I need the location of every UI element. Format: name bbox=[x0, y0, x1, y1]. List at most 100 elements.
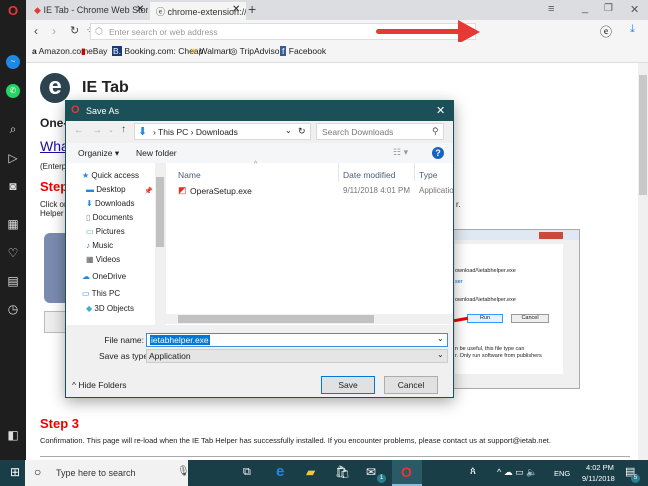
nav-item-videos[interactable]: ▦ Videos bbox=[86, 255, 120, 265]
cortana-icon: ○ bbox=[34, 465, 42, 479]
page-scrollbar[interactable] bbox=[638, 63, 648, 460]
nav-item-quick-access[interactable]: ★ Quick access bbox=[82, 171, 139, 181]
chevron-down-icon[interactable]: ⌄ bbox=[437, 334, 444, 343]
forward-button[interactable]: → bbox=[92, 125, 102, 136]
forward-button[interactable]: › bbox=[52, 24, 56, 38]
nav-item-desktop[interactable]: ▬ Desktop bbox=[86, 185, 126, 195]
ietab-logo: e bbox=[40, 73, 70, 103]
new-folder-button[interactable]: New folder bbox=[136, 148, 177, 158]
speed-dial-icon[interactable]: ▦ bbox=[6, 217, 20, 231]
column-date-modified[interactable]: Date modified bbox=[343, 170, 395, 180]
windows-start-icon[interactable]: ⊞ bbox=[10, 465, 20, 479]
sidebar-toggle-icon[interactable]: ◧ bbox=[6, 428, 20, 442]
send-icon[interactable]: ▷ bbox=[6, 151, 20, 165]
dialog-titlebar: O Save As ✕ bbox=[66, 101, 453, 121]
messenger-icon[interactable]: ~ bbox=[6, 55, 20, 69]
cancel-button[interactable]: Cancel bbox=[384, 376, 438, 394]
close-icon bbox=[539, 232, 563, 239]
hide-folders-button[interactable]: ^ Hide Folders bbox=[72, 380, 127, 390]
close-tab-icon[interactable]: ✕ bbox=[232, 4, 240, 15]
bookmark-facebook[interactable]: f Facebook bbox=[280, 46, 326, 56]
breadcrumb-downloads[interactable]: Downloads bbox=[196, 127, 238, 137]
history-icon[interactable]: ◷ bbox=[6, 302, 20, 316]
chevron-down-icon[interactable]: ⌄ bbox=[437, 350, 444, 359]
recent-dropdown[interactable]: ⌄ bbox=[108, 126, 114, 134]
file-row[interactable]: ◩ OperaSetup.exe 9/11/2018 4:01 PM Appli… bbox=[176, 184, 453, 198]
breadcrumb-this-pc[interactable]: This PC bbox=[158, 127, 188, 137]
chevron-down-icon[interactable]: ⌄ bbox=[285, 126, 292, 135]
step-heading: Step bbox=[40, 179, 69, 194]
organize-button[interactable]: Organize ▾ bbox=[78, 148, 119, 159]
store-icon[interactable]: 🛍 bbox=[335, 465, 350, 479]
whatsapp-icon[interactable]: ✆ bbox=[6, 84, 20, 98]
camera-icon[interactable]: ◙ bbox=[6, 179, 20, 193]
clock-time[interactable]: 4:02 PM bbox=[586, 463, 614, 472]
nav-item-documents[interactable]: ▯ Documents bbox=[86, 213, 133, 223]
new-tab-button[interactable]: + bbox=[248, 1, 256, 17]
horizontal-scrollbar[interactable] bbox=[166, 314, 453, 324]
download-icon[interactable]: ⤓ bbox=[630, 23, 635, 36]
breadcrumb-bar[interactable]: ⬇ › This PC › Downloads ⌄ ↻ bbox=[134, 123, 311, 140]
save-as-dialog: O Save As ✕ ← → ⌄ ↑ ⬇ › This PC › Downlo… bbox=[65, 100, 454, 398]
heart-icon[interactable]: ♡ bbox=[6, 246, 20, 260]
save-button[interactable]: Save bbox=[321, 376, 375, 394]
taskbar-search-box[interactable]: ○ Type here to search 🎙 bbox=[25, 460, 190, 486]
tab-menu-icon[interactable]: ≡ bbox=[548, 3, 554, 15]
bookmark-amazon[interactable]: a Amazon.com bbox=[32, 46, 88, 56]
column-type[interactable]: Type bbox=[419, 170, 437, 180]
cube-icon: ⬡ bbox=[95, 26, 103, 36]
clock-date[interactable]: 9/11/2018 bbox=[582, 474, 615, 483]
view-options-icon[interactable]: ☷ ▾ bbox=[393, 147, 408, 158]
nav-item-music[interactable]: ♪ Music bbox=[86, 241, 113, 251]
dialog-title: Save As bbox=[86, 106, 120, 116]
close-dialog-button[interactable]: ✕ bbox=[436, 104, 445, 117]
nav-item-3d-objects[interactable]: ◆ 3D Objects bbox=[86, 304, 134, 314]
nav-item-this-pc[interactable]: ▭ This PC bbox=[82, 289, 120, 299]
file-explorer-icon[interactable]: ▰ bbox=[306, 465, 315, 479]
reload-button[interactable]: ↻ bbox=[70, 24, 79, 37]
nav-item-downloads[interactable]: ⬇ Downloads bbox=[86, 199, 135, 209]
refresh-icon[interactable]: ↻ bbox=[298, 126, 306, 137]
run-button-image: Run bbox=[467, 314, 503, 323]
microphone-icon[interactable]: 🎙 bbox=[177, 466, 190, 477]
ietab-extension-icon[interactable]: ⓔ bbox=[600, 23, 612, 40]
news-icon[interactable]: ▤ bbox=[6, 274, 20, 288]
tab-bar: ◆ IE Tab - Chrome Web Store ✕ ⓔ chrome-e… bbox=[26, 0, 648, 20]
column-name[interactable]: Name bbox=[178, 170, 201, 180]
up-button[interactable]: ↑ bbox=[121, 124, 126, 135]
cancel-button-image: Cancel bbox=[511, 314, 549, 323]
save-as-type-select[interactable]: Application ⌄ bbox=[146, 349, 448, 363]
opera-logo-icon[interactable]: O bbox=[6, 4, 20, 18]
language-indicator[interactable]: ENG bbox=[554, 469, 570, 478]
people-icon[interactable]: ጰ bbox=[470, 466, 476, 477]
bookmark-tripadvisor[interactable]: ◎ TripAdvisor bbox=[230, 46, 282, 57]
scrollbar-thumb[interactable] bbox=[156, 177, 164, 247]
tab-chrome-web-store[interactable]: ◆ IE Tab - Chrome Web Store bbox=[28, 2, 148, 20]
nav-item-pictures[interactable]: ▭ Pictures bbox=[86, 227, 125, 237]
close-window-button[interactable]: ✕ bbox=[630, 3, 639, 16]
scrollbar-thumb[interactable] bbox=[178, 315, 374, 323]
close-tab-icon[interactable]: ✕ bbox=[136, 4, 144, 15]
help-icon[interactable]: ? bbox=[432, 147, 444, 159]
navigation-pane: ★ Quick access ▬ Desktop ⬇ Downloads ▯ D… bbox=[66, 163, 166, 325]
nav-scrollbar[interactable] bbox=[155, 163, 165, 325]
bookmark-walmart[interactable]: ✳ Walmart bbox=[190, 46, 231, 57]
back-button[interactable]: ‹ bbox=[34, 24, 38, 38]
opera-taskbar-button[interactable]: O bbox=[392, 460, 422, 486]
nav-item-onedrive[interactable]: ☁ OneDrive bbox=[82, 272, 126, 282]
ietab-icon: ⓔ bbox=[156, 7, 166, 17]
mail-icon[interactable]: ✉ bbox=[366, 465, 376, 479]
search-input[interactable]: Search Downloads ⚲ bbox=[316, 123, 444, 140]
edge-icon[interactable]: e bbox=[276, 463, 284, 480]
minimize-button[interactable]: _ bbox=[582, 2, 588, 14]
search-icon[interactable]: ⌕ bbox=[6, 122, 20, 136]
bookmark-ebay[interactable]: ▮ eBay bbox=[81, 46, 107, 57]
restore-button[interactable]: ❐ bbox=[604, 3, 613, 14]
pin-icon: 📌 bbox=[144, 188, 153, 195]
back-button[interactable]: ← bbox=[74, 125, 84, 136]
file-name-input[interactable]: ietabhelper.exe ⌄ bbox=[146, 333, 448, 347]
system-tray-icons[interactable]: ^ ☁ ▭ 🔈 bbox=[497, 467, 537, 478]
scrollbar-thumb[interactable] bbox=[639, 75, 647, 195]
divider bbox=[40, 456, 630, 457]
task-view-icon[interactable]: ⧉ bbox=[243, 466, 251, 479]
